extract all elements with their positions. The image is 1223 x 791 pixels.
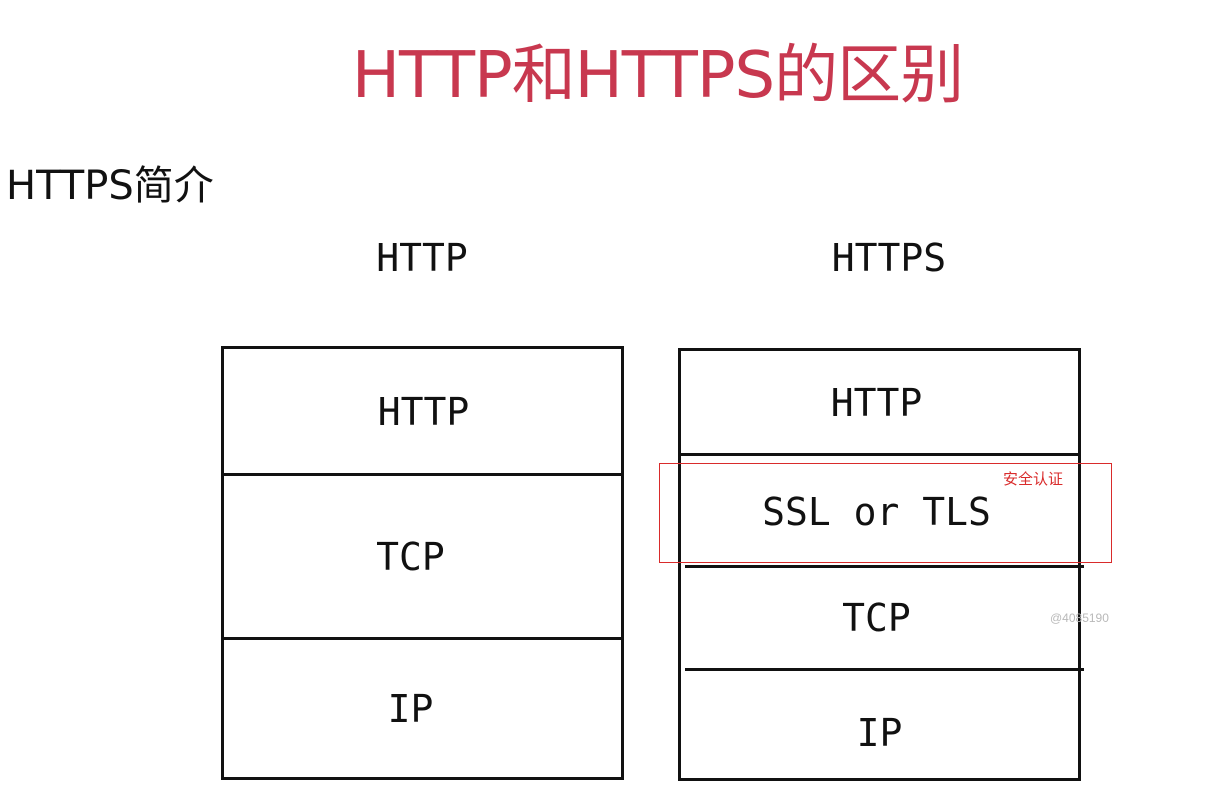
https-protocol-stack: HTTP SSL or TLS TCP IP <box>678 348 1084 781</box>
watermark: @4085190 <box>1050 611 1109 625</box>
security-highlight-box: 安全认证 <box>659 463 1112 563</box>
https-stack-layer-tcp: TCP <box>842 596 911 640</box>
http-protocol-stack: HTTP TCP IP <box>221 346 624 780</box>
right-column-label: HTTPS <box>831 236 947 280</box>
left-column-label: HTTP <box>376 236 468 280</box>
https-stack-layer-http: HTTP <box>830 381 923 425</box>
http-stack-layer-ip: IP <box>387 687 434 731</box>
http-stack-layer-tcp: TCP <box>376 535 445 579</box>
https-stack-layer-ip: IP <box>856 711 903 755</box>
slide-title: HTTP和HTTPS的区别 <box>351 39 964 113</box>
http-stack-layer-http: HTTP <box>377 390 470 434</box>
section-title: HTTPS简介 <box>6 163 214 209</box>
security-note-label: 安全认证 <box>1002 470 1063 488</box>
